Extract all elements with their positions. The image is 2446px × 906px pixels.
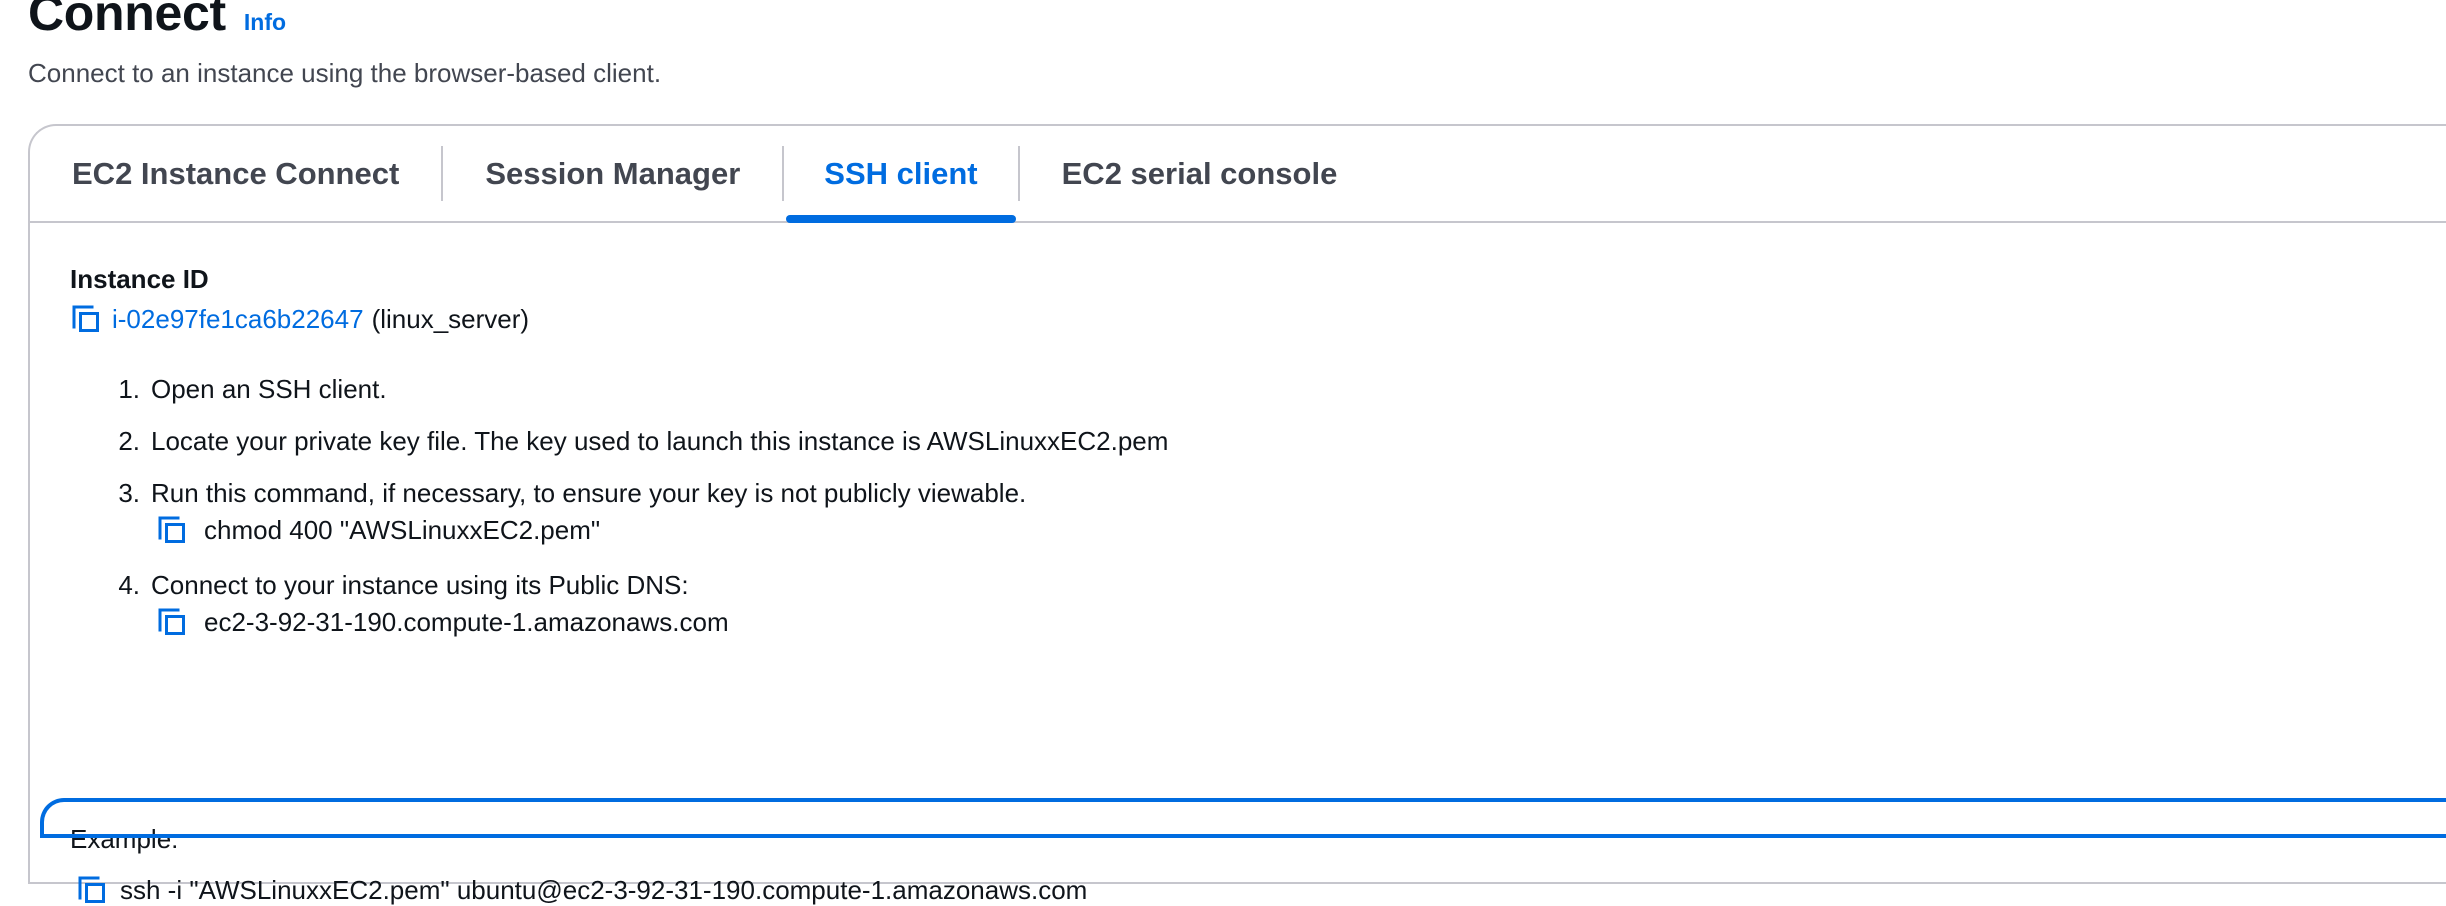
info-alert-box (40, 798, 2446, 838)
tab-session-manager[interactable]: Session Manager (443, 126, 782, 221)
instance-id-row: i-02e97fe1ca6b22647 (linux_server) (70, 303, 529, 335)
title-row: Connect Info (28, 0, 286, 38)
public-dns-row: ec2-3-92-31-190.compute-1.amazonaws.com (156, 606, 729, 638)
instance-name: (linux_server) (371, 303, 530, 334)
copy-icon[interactable] (76, 874, 108, 906)
tab-ssh-client[interactable]: SSH client (784, 126, 1017, 223)
step-number: 1. (118, 374, 140, 404)
step-number: 3. (118, 478, 140, 508)
step-text: Open an SSH client. (151, 374, 387, 404)
step-text: Run this command, if necessary, to ensur… (151, 478, 1027, 508)
step-number: 4. (118, 570, 140, 600)
example-command: ssh -i "AWSLinuxxEC2.pem" ubuntu@ec2-3-9… (120, 874, 1088, 905)
tab-ec2-instance-connect[interactable]: EC2 Instance Connect (30, 126, 441, 221)
chmod-command-row: chmod 400 "AWSLinuxxEC2.pem" (156, 514, 600, 546)
example-command-row: ssh -i "AWSLinuxxEC2.pem" ubuntu@ec2-3-9… (76, 874, 1087, 906)
instance-id-link[interactable]: i-02e97fe1ca6b22647 (112, 304, 364, 335)
step-number: 2. (118, 426, 140, 456)
tab-list: EC2 Instance Connect Session Manager SSH… (30, 126, 2446, 223)
ssh-client-content: Instance ID i-02e97fe1ca6b22647 (linux_s… (70, 264, 1168, 905)
page-header: Connect Info (28, 0, 286, 38)
info-link[interactable]: Info (244, 9, 286, 36)
connect-panel: EC2 Instance Connect Session Manager SSH… (28, 124, 2446, 905)
copy-icon[interactable] (156, 514, 188, 546)
page-title: Connect (28, 0, 226, 41)
instance-id-label: Instance ID (70, 264, 209, 294)
tab-ec2-serial-console[interactable]: EC2 serial console (1020, 126, 1380, 221)
page-description: Connect to an instance using the browser… (28, 58, 662, 88)
chmod-command: chmod 400 "AWSLinuxxEC2.pem" (204, 514, 601, 545)
public-dns: ec2-3-92-31-190.compute-1.amazonaws.com (204, 606, 729, 637)
step-text: Connect to your instance using its Publi… (151, 570, 689, 600)
copy-icon[interactable] (70, 303, 102, 335)
step-text: Locate your private key file. The key us… (151, 426, 1169, 456)
copy-icon[interactable] (156, 606, 188, 638)
